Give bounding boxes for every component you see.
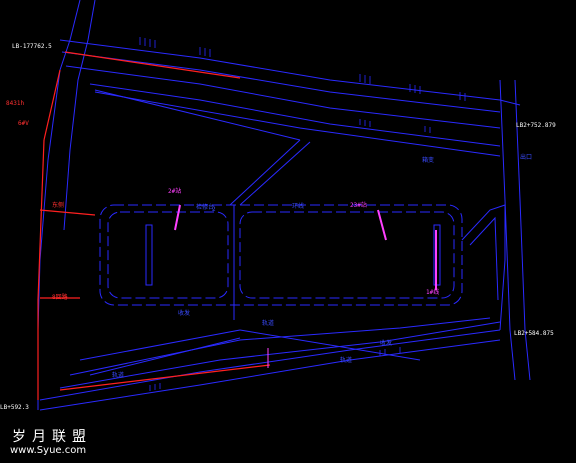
label-track-3: 轨道	[262, 320, 275, 327]
label-center-tag-right: 23#站	[350, 202, 367, 209]
label-right-marker: 1#线	[426, 289, 440, 296]
label-bottom-road-1: 轨道	[112, 372, 125, 379]
label-track-2: 2	[212, 206, 216, 213]
watermark-url: www.Syue.com	[10, 445, 87, 456]
label-bottom-road-2: 轨道	[340, 357, 353, 364]
label-left-station: 8431h	[6, 100, 25, 107]
site-outline	[37, 0, 531, 411]
label-center-tag-left: 2#站	[168, 188, 182, 195]
label-bottom-center: 收发	[380, 340, 393, 347]
label-left-lower: 8回路	[52, 294, 68, 301]
label-top-right-road: LB2+752.879	[516, 122, 556, 129]
label-right-small: 箱变	[422, 157, 435, 164]
cad-site-plan	[37, 0, 531, 411]
label-corner-top-left: LB-177762.5	[12, 43, 52, 50]
label-right-note: 出口	[520, 154, 533, 161]
label-left-sub: 6#V	[18, 120, 29, 127]
label-left-mid: 东侧	[52, 202, 65, 209]
label-center-road: 环线	[292, 203, 305, 210]
label-track-1: 收发	[178, 310, 191, 317]
label-bottom-left: LB+592.3	[0, 404, 29, 411]
label-right-lower: LB2+584.875	[514, 330, 554, 337]
watermark-cn: 岁月联盟	[12, 429, 92, 445]
